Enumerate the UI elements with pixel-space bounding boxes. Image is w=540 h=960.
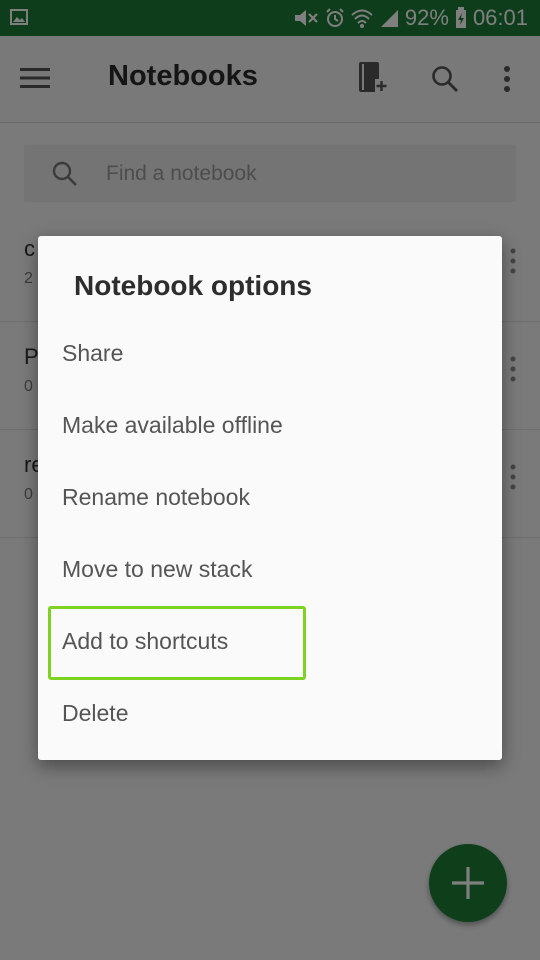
dialog-title: Notebook options xyxy=(74,270,312,301)
rename-notebook-option[interactable]: Rename notebook xyxy=(62,467,482,527)
selection-highlight xyxy=(48,606,306,680)
make-available-offline-option[interactable]: Make available offline xyxy=(62,395,482,455)
delete-option[interactable]: Delete xyxy=(62,683,482,743)
move-to-new-stack-option[interactable]: Move to new stack xyxy=(62,539,482,599)
share-option[interactable]: Share xyxy=(62,323,482,383)
notebook-options-dialog: Notebook options Share Make available of… xyxy=(38,236,502,760)
